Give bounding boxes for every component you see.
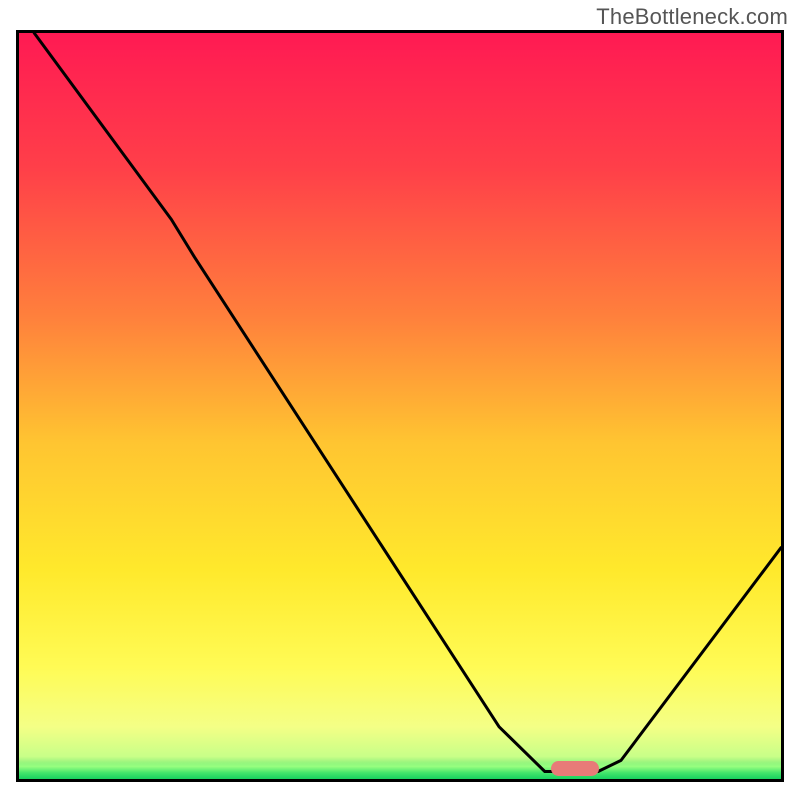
watermark-text: TheBottleneck.com xyxy=(596,4,788,30)
bottleneck-curve-line xyxy=(34,33,781,772)
optimal-marker xyxy=(551,761,599,776)
chart-area xyxy=(16,30,784,782)
curve-layer xyxy=(19,33,781,779)
